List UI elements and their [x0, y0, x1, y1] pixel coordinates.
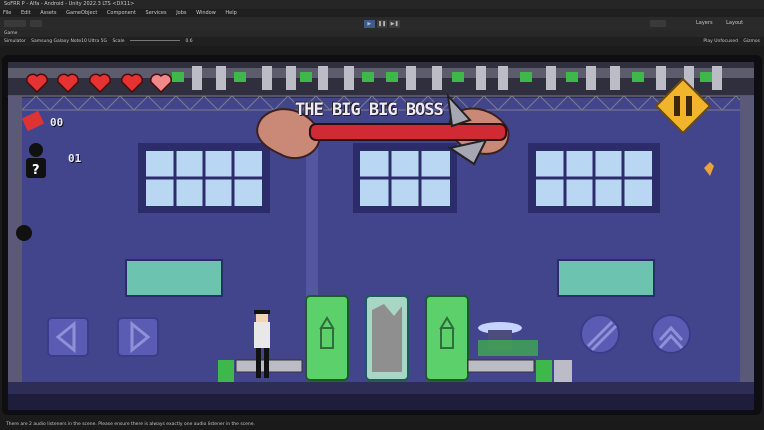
- wall-panel-right: [557, 259, 655, 297]
- black-orb-icon: [16, 225, 32, 241]
- wall-panel-left: [125, 259, 223, 297]
- jump-button[interactable]: [651, 314, 691, 354]
- move-right-button[interactable]: [117, 317, 159, 357]
- floor-base: [8, 394, 754, 410]
- window-right: [528, 143, 660, 213]
- right-column: [740, 96, 754, 392]
- platform-right: [467, 359, 535, 373]
- status-bar: There are 2 audio listeners in the scene…: [0, 420, 764, 430]
- question-mark-icon: ?: [32, 163, 40, 178]
- bomb-icon: [29, 143, 43, 157]
- window-left: [138, 143, 270, 213]
- item-count: 01: [68, 152, 82, 165]
- specimen-tube-3: [425, 295, 469, 381]
- attack-button[interactable]: [580, 314, 620, 354]
- left-column: [8, 96, 22, 392]
- floor: [8, 382, 754, 394]
- move-left-button[interactable]: [47, 317, 89, 357]
- console-warning-message[interactable]: There are 2 audio listeners in the scene…: [6, 422, 255, 427]
- ammo-count: 00: [50, 116, 64, 129]
- green-crate-left: [218, 360, 234, 382]
- specimen-tube-broken: [365, 295, 409, 381]
- window-center: [353, 143, 457, 213]
- boss-name-label: THE BIG BIG BOSS: [295, 100, 444, 120]
- green-crate-right: [536, 360, 552, 382]
- game-scene: ?: [7, 62, 754, 410]
- barrel-right: [554, 360, 572, 382]
- specimen-tube-1: [305, 295, 349, 381]
